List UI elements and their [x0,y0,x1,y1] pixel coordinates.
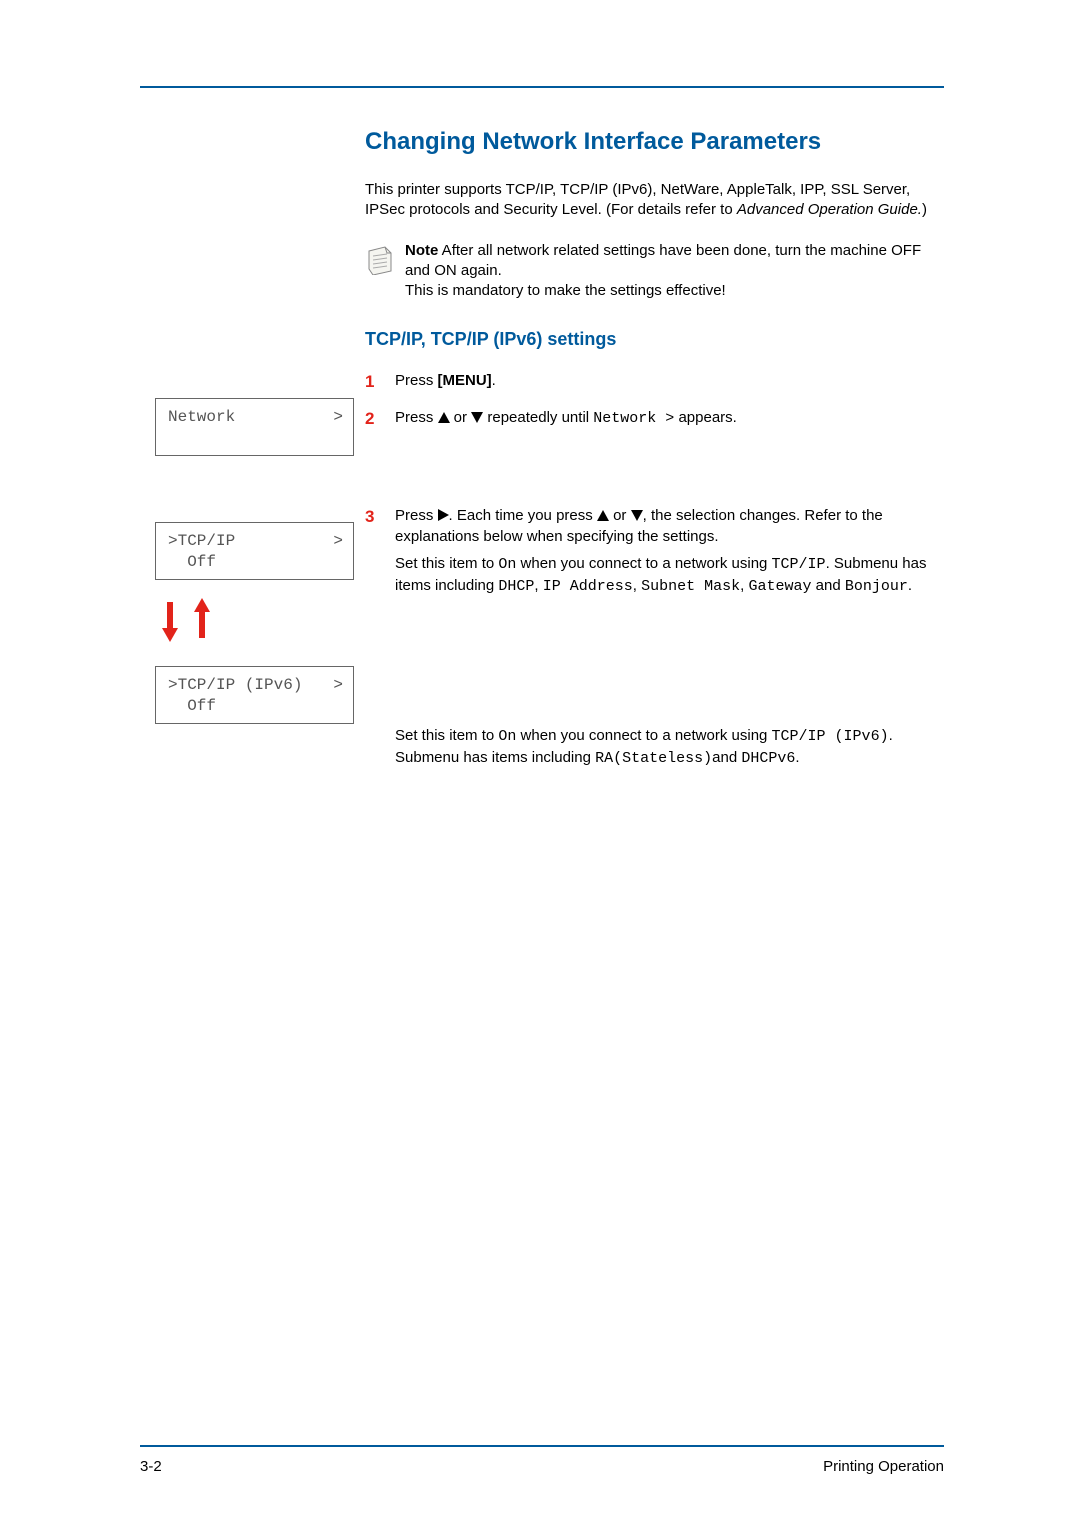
sub-heading: TCP/IP, TCP/IP (IPv6) settings [365,329,944,350]
step-num: 1 [365,370,374,394]
d2e: . [795,749,799,766]
s2b: or [450,409,472,426]
d1ip: IP Address [543,578,633,595]
s2a: Press [395,409,438,426]
lcd-network: Network > [155,398,354,456]
d1b: when you connect to a network using [516,555,771,572]
step1-pre: Press [395,372,438,389]
page-heading: Changing Network Interface Parameters [365,128,944,156]
s3c: or [609,507,631,524]
note-line1: After all network related settings have … [405,242,921,279]
d2dh: DHCPv6 [741,750,795,767]
footer-page: 3-2 [140,1458,162,1475]
s2c: repeatedly until [483,409,593,426]
step3-desc1: Set this item to On when you connect to … [395,553,944,597]
step1-post: . [492,372,496,389]
d2tcp: TCP/IP (IPv6) [772,728,889,745]
d1e: , [633,577,641,594]
lcd-tcpip: >TCP/IP > Off [155,522,354,580]
lcd1-arrow: > [333,407,343,428]
note-label: Note [405,242,438,259]
lcd2-line2: Off [168,553,216,571]
triangle-up-icon [597,510,609,521]
arrow-down-icon [158,598,182,642]
step3-desc2: Set this item to On when you connect to … [395,725,944,769]
intro-close: ) [922,201,927,218]
d2d: and [712,749,741,766]
step-3: 3 Press . Each time you press or , the s… [365,505,944,769]
s3a: Press [395,507,438,524]
triangle-down-icon [631,510,643,521]
lcd1-line1: Network [168,408,235,426]
d1g: and [812,577,845,594]
top-rule [140,86,944,88]
step-2: 2 Press or repeatedly until Network > ap… [365,407,944,429]
intro-guide: Advanced Operation Guide. [737,201,922,218]
s2d: appears. [674,409,737,426]
note-block: Note After all network related settings … [365,241,944,302]
nav-arrows [158,598,214,642]
arrow-up-icon [190,598,214,642]
lcd2-arrow: > [333,531,343,552]
lcd-tcpip6: >TCP/IP (IPv6) > Off [155,666,354,724]
intro-paragraph: This printer supports TCP/IP, TCP/IP (IP… [365,180,944,221]
content-area: Changing Network Interface Parameters Th… [365,128,944,769]
d1h: . [908,577,912,594]
lcd3-line2: Off [168,697,216,715]
d1gw: Gateway [748,578,811,595]
step-num: 3 [365,505,374,529]
d1d: , [534,577,542,594]
d1dhcp: DHCP [498,578,534,595]
steps-list: 1 Press [MENU]. 2 Press or repeatedly un… [365,370,944,769]
s3b: . Each time you press [449,507,597,524]
d1sub: Subnet Mask [641,578,740,595]
d1a: Set this item to [395,555,498,572]
lcd3-line1: >TCP/IP (IPv6) [168,676,302,694]
triangle-right-icon [438,509,449,521]
triangle-up-icon [438,412,450,423]
step1-menu: [MENU] [438,372,492,389]
d1on: On [498,556,516,573]
step-1: 1 Press [MENU]. [365,370,944,391]
d1tcp: TCP/IP [772,556,826,573]
step-num: 2 [365,407,374,431]
d2a: Set this item to [395,727,498,744]
note-line2: This is mandatory to make the settings e… [405,282,726,299]
bottom-rule [140,1445,944,1447]
d2b: when you connect to a network using [516,727,771,744]
lcd3-arrow: > [333,675,343,696]
d1bj: Bonjour [845,578,908,595]
d2on: On [498,728,516,745]
note-icon [365,243,395,279]
footer-section: Printing Operation [823,1458,944,1475]
s2code: Network > [593,410,674,427]
d2ra: RA(Stateless) [595,750,712,767]
note-text: Note After all network related settings … [405,241,944,302]
footer: 3-2 Printing Operation [140,1458,944,1475]
triangle-down-icon [471,412,483,423]
lcd2-line1: >TCP/IP [168,532,235,550]
